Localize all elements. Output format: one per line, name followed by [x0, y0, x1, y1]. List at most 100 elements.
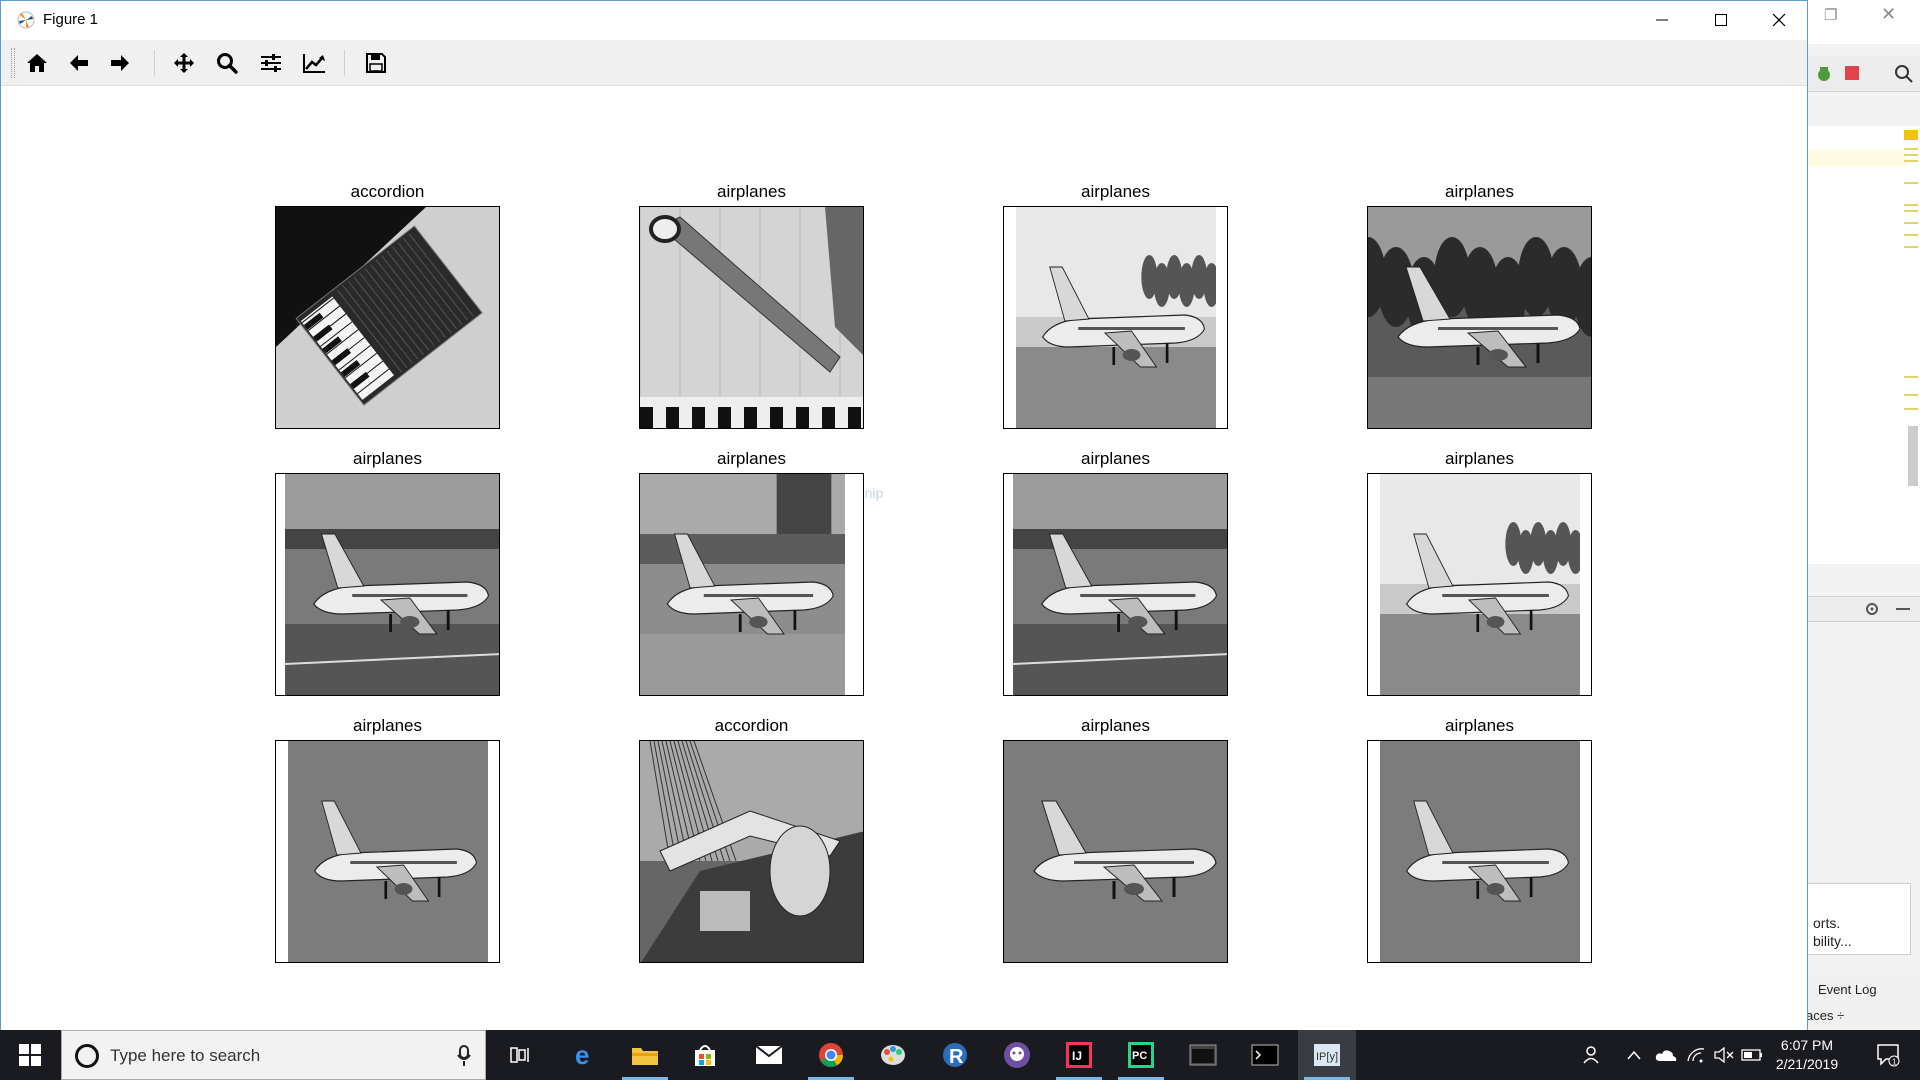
home-button[interactable] [22, 49, 52, 77]
notification-line-2: bility... [1813, 933, 1852, 949]
cmd-icon [1251, 1044, 1279, 1066]
subplot-image[interactable] [275, 473, 500, 696]
taskbar-pycharm[interactable]: PC [1112, 1030, 1170, 1080]
subplot-image[interactable] [275, 740, 500, 963]
subplot-image[interactable] [1003, 473, 1228, 696]
onedrive-button[interactable] [1652, 1030, 1680, 1080]
edge-icon: e [575, 1042, 589, 1068]
wifi-button[interactable] [1682, 1030, 1710, 1080]
taskbar-file-explorer[interactable] [616, 1030, 674, 1080]
battery-icon [1741, 1049, 1762, 1061]
taskbar-paint[interactable] [864, 1030, 922, 1080]
stop-icon[interactable] [1844, 65, 1860, 81]
subplot-title: airplanes [1445, 716, 1514, 735]
subplot-image[interactable] [1003, 206, 1228, 429]
search-icon[interactable] [1894, 64, 1914, 84]
subplot-image[interactable] [639, 206, 864, 429]
event-log-link[interactable]: Event Log [1818, 982, 1877, 997]
task-view-button[interactable] [492, 1030, 550, 1080]
taskbar-cmd[interactable] [1236, 1030, 1294, 1080]
restore-icon[interactable]: ❐ [1824, 6, 1837, 24]
intellij-icon: IJ [1066, 1042, 1092, 1068]
forward-button[interactable] [105, 49, 135, 77]
figure-canvas[interactable]: Screen Snip accordion airplanes airplane… [1, 87, 1807, 1030]
minimize-panel-icon[interactable] [1896, 608, 1912, 612]
subplot-image[interactable] [1003, 740, 1228, 963]
ipython-icon: IP[y] [1314, 1044, 1340, 1066]
subplot-image[interactable] [1367, 473, 1592, 696]
taskbar-chrome[interactable] [802, 1030, 860, 1080]
chrome-icon [819, 1043, 843, 1068]
toolbar-separator [154, 50, 155, 76]
back-button[interactable] [64, 49, 94, 77]
cortana-icon [75, 1044, 99, 1068]
subplot-image[interactable] [639, 740, 864, 963]
clock-date: 2/21/2019 [1775, 1056, 1839, 1072]
ide-highlight-line [1806, 150, 1906, 166]
ide-title-area: ❐ ✕ [1806, 0, 1920, 44]
subplot-title: airplanes [1081, 182, 1150, 201]
taskbar-edge[interactable]: e [556, 1030, 614, 1080]
taskbar: Type here to search e R IJ PC IP[y] 6:07… [0, 1030, 1920, 1080]
wifi-icon [1687, 1048, 1705, 1063]
show-hidden-icons-button[interactable] [1620, 1030, 1648, 1080]
taskbar-intellij[interactable]: IJ [1050, 1030, 1108, 1080]
subplot-title: accordion [350, 182, 425, 201]
volume-button[interactable] [1710, 1030, 1738, 1080]
notification-line-1: orts. [1813, 915, 1841, 931]
subplot-image[interactable] [1367, 206, 1592, 429]
taskbar-search-box[interactable]: Type here to search [61, 1030, 486, 1080]
ide-notification[interactable]: orts. bility... [1806, 883, 1911, 955]
pan-button[interactable] [169, 49, 199, 77]
start-button[interactable] [0, 1030, 60, 1080]
action-center-button[interactable]: 1 [1868, 1030, 1908, 1080]
taskbar-clock[interactable]: 6:07 PM 2/21/2019 [1770, 1036, 1844, 1074]
chevron-up-icon [1627, 1050, 1641, 1060]
window-title: Figure 1 [43, 11, 99, 28]
taskbar-mail[interactable] [740, 1030, 798, 1080]
back-arrow-icon [70, 55, 88, 71]
subplot-title: airplanes [1081, 716, 1150, 735]
subplot-title: airplanes [1445, 449, 1514, 468]
store-icon [695, 1045, 715, 1066]
terminal-icon [1189, 1044, 1217, 1066]
home-icon [27, 54, 47, 72]
ide-status-text[interactable]: aces ÷ [1806, 1008, 1844, 1023]
taskbar-r[interactable]: R [926, 1030, 984, 1080]
subplot-image[interactable] [1367, 740, 1592, 963]
microphone-icon[interactable] [457, 1045, 471, 1067]
taskbar-store[interactable] [676, 1030, 734, 1080]
people-icon [1583, 1046, 1599, 1064]
configure-subplots-button[interactable] [256, 49, 286, 77]
subplot-title: accordion [714, 716, 789, 735]
close-button[interactable] [1750, 1, 1808, 39]
subplot-title: airplanes [1081, 449, 1150, 468]
notification-icon: 1 [1877, 1044, 1900, 1067]
debug-icon[interactable] [1814, 64, 1834, 84]
battery-button[interactable] [1738, 1030, 1766, 1080]
windows-logo-icon [19, 1044, 41, 1066]
people-button[interactable] [1578, 1030, 1608, 1080]
subplot-image[interactable] [639, 473, 864, 696]
svg-text:e: e [575, 1042, 589, 1068]
title-bar[interactable]: Figure 1 [1, 1, 1807, 39]
subplot-title: airplanes [717, 449, 786, 468]
github-icon [1004, 1042, 1030, 1068]
edit-axis-button[interactable] [299, 49, 329, 77]
minimize-button[interactable] [1633, 1, 1691, 39]
minimize-icon [1656, 19, 1668, 21]
gear-icon[interactable] [1864, 601, 1880, 617]
save-button[interactable] [361, 49, 391, 77]
svg-text:IJ: IJ [1072, 1049, 1082, 1063]
toolbar-grip[interactable] [11, 48, 15, 78]
maximize-button[interactable] [1692, 1, 1750, 39]
taskbar-github[interactable] [988, 1030, 1046, 1080]
close-icon[interactable]: ✕ [1881, 4, 1896, 25]
background-ide-window: ❐ ✕ orts. bility... Event Log aces ÷ [1805, 0, 1920, 1030]
taskbar-ipython[interactable]: IP[y] [1298, 1030, 1356, 1080]
figure-window: Figure 1 Snip accordion airplanes airpla… [0, 0, 1808, 1030]
zoom-icon [217, 53, 238, 74]
subplot-image[interactable] [275, 206, 500, 429]
taskbar-terminal[interactable] [1174, 1030, 1232, 1080]
zoom-button[interactable] [212, 49, 242, 77]
